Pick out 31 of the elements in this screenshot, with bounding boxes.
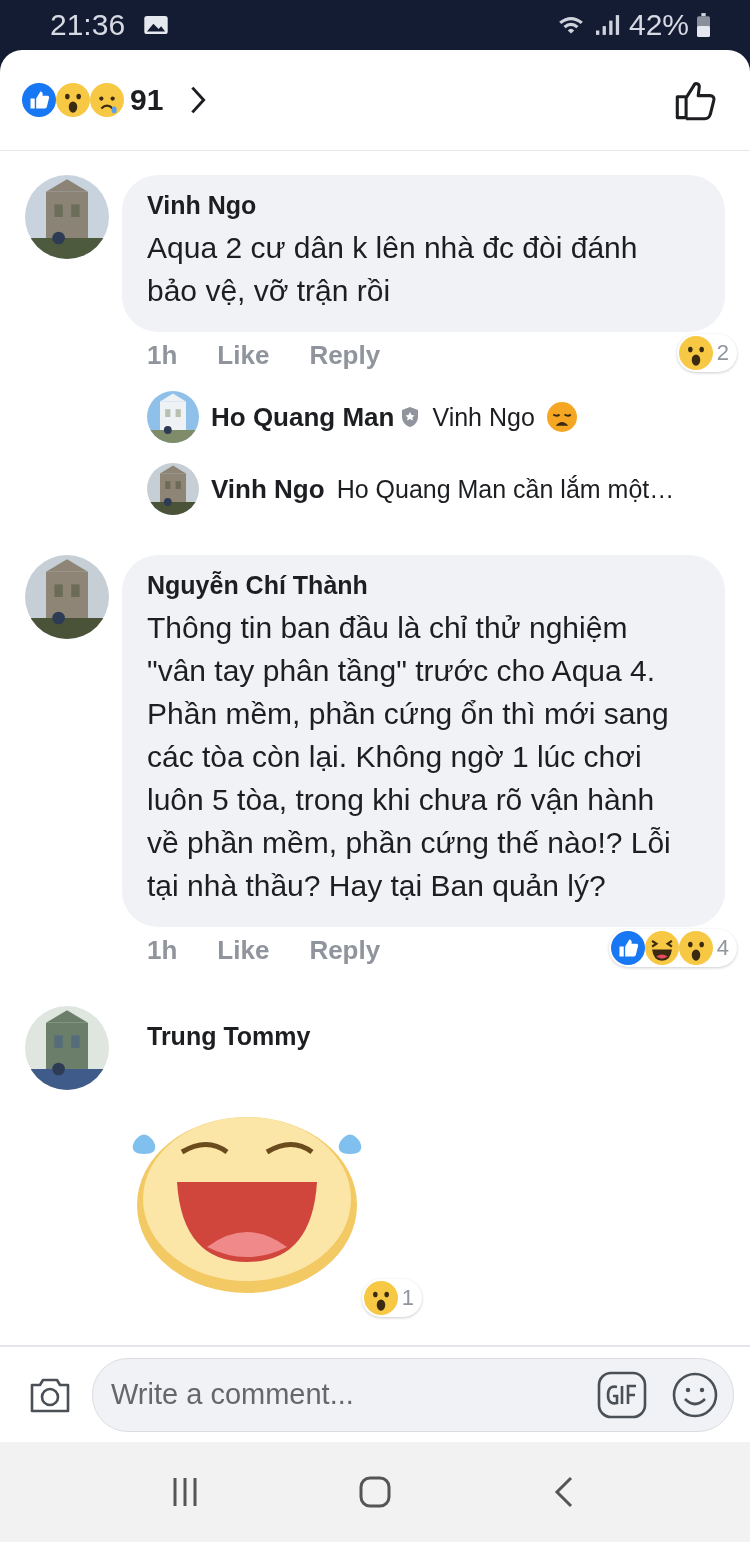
commenter-name[interactable]: Trung Tommy xyxy=(122,1006,311,1051)
thumbs-up-reaction-icon xyxy=(610,931,645,965)
reply-preview[interactable]: Vinh Ngo xyxy=(432,402,535,432)
comment-input-field[interactable]: Write a comment... xyxy=(109,1377,573,1412)
comment-text: Aqua 2 cư dân k lên nhà đc đòi đánh bảo vệ, vỡ trận rồi xyxy=(147,230,639,309)
emoji-icon[interactable] xyxy=(671,1370,719,1419)
reaction-count[interactable]: 91 xyxy=(130,83,164,117)
reply-author[interactable]: Vinh Ngo xyxy=(211,473,325,505)
chevron-right-icon[interactable] xyxy=(189,84,208,116)
clock-time: 21:36 xyxy=(50,8,126,42)
comment-time: 1h xyxy=(147,340,178,371)
sad-face-icon xyxy=(90,83,124,117)
battery-level: 42% xyxy=(628,8,689,42)
thumbs-up-reaction-icon xyxy=(22,83,56,117)
comment-bar[interactable]: Write a comment... xyxy=(92,1357,734,1432)
image-notification-icon xyxy=(143,14,170,36)
reply-preview[interactable]: Ho Quang Man cần lắm một… xyxy=(336,474,675,504)
comment-time: 1h xyxy=(147,935,178,966)
reply-author[interactable]: Ho Quang Man xyxy=(211,401,395,433)
weary-face-icon xyxy=(546,402,577,432)
surprised-face-icon xyxy=(56,83,90,117)
comment-text: Thông tin ban đầu là chỉ thử nghiệm "vân tay phân tầng" trước cho Aqua 4. Phần mềm, phần cứng ổn thì mới sang các tòa còn lại. Không ngờ 1 lúc chơi luôn 5 tòa, trong khi chưa rõ vận hành về phần mềm, phần cứng thế nào!? Lỗi tại nhà thầu? Hay tại Ban quản lý? xyxy=(147,610,672,904)
gif-icon[interactable] xyxy=(597,1370,647,1419)
surprised-face-icon xyxy=(678,336,713,370)
commenter-name[interactable]: Vinh Ngo xyxy=(147,191,691,220)
surprised-face-icon xyxy=(363,1281,398,1315)
surprised-face-icon xyxy=(678,931,713,965)
battery-icon xyxy=(697,13,710,37)
commenter-name[interactable]: Nguyễn Chí Thành xyxy=(147,571,691,600)
home-icon[interactable] xyxy=(357,1474,393,1510)
laughing-face-icon xyxy=(644,931,679,965)
